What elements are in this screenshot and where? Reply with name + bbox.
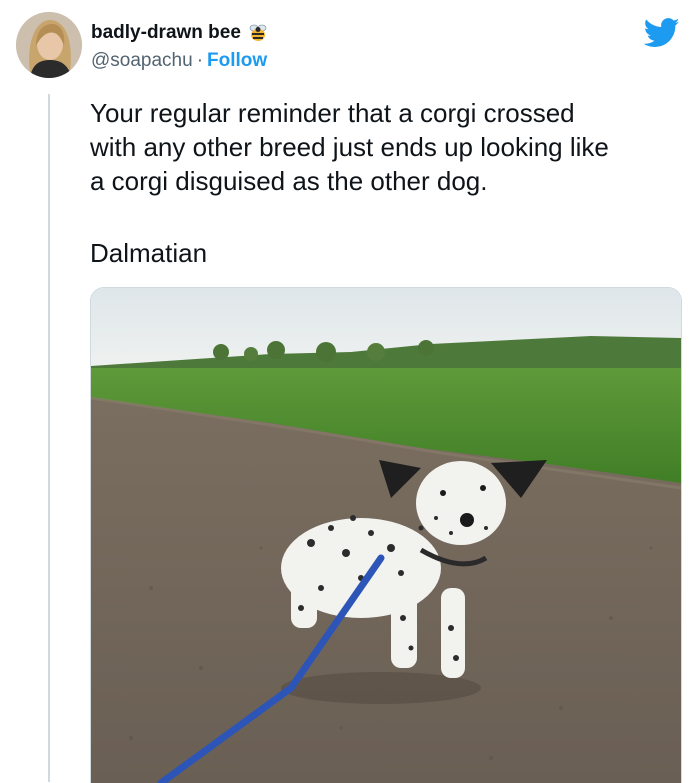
- tweet-text-line: a corgi disguised as the other dog.: [90, 166, 488, 196]
- tweet-header: badly-drawn bee @soapachu · Follow: [16, 12, 686, 82]
- author-display-name[interactable]: badly-drawn bee: [91, 22, 241, 44]
- tweet-text-line: with any other breed just ends up lookin…: [90, 132, 609, 162]
- dog-photo-image: [91, 288, 681, 783]
- avatar[interactable]: [16, 12, 82, 78]
- follow-button[interactable]: Follow: [207, 50, 267, 72]
- tweet-text-line: Your regular reminder that a corgi cross…: [90, 98, 575, 128]
- tweet-photo[interactable]: [90, 287, 682, 783]
- tweet-text: Your regular reminder that a corgi cross…: [90, 96, 680, 198]
- separator-dot: ·: [196, 50, 204, 71]
- bee-icon: [247, 22, 269, 44]
- avatar-image: [16, 12, 82, 78]
- tweet-caption: Dalmatian: [90, 238, 208, 268]
- thread-line: [48, 94, 50, 782]
- author-handle[interactable]: @soapachu: [91, 50, 193, 72]
- twitter-bird-icon[interactable]: [643, 18, 680, 48]
